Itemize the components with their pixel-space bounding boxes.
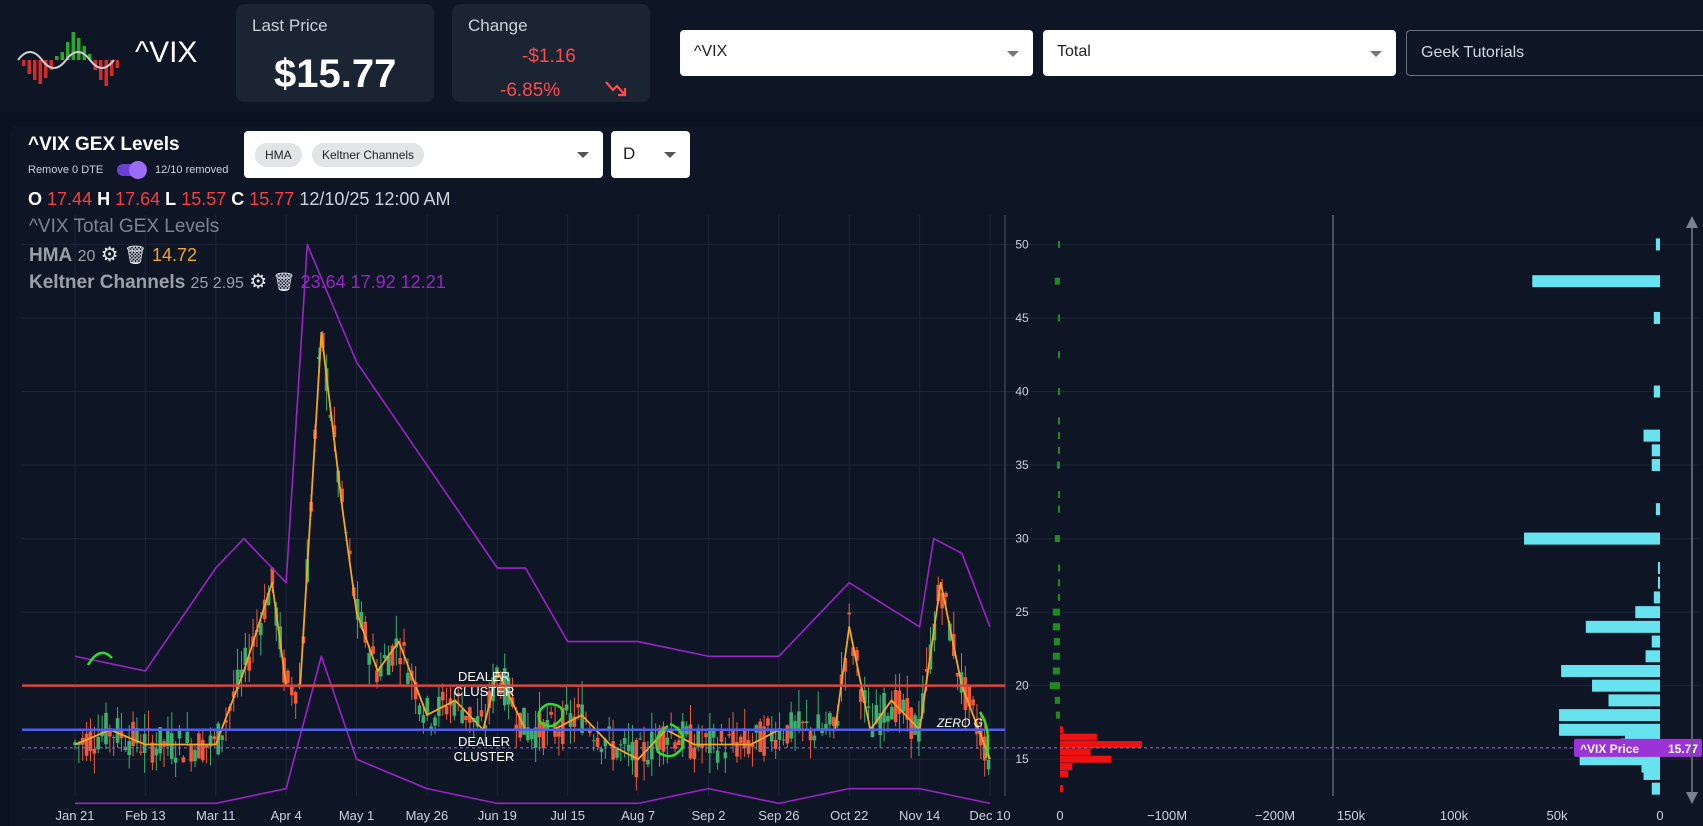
- hma-name: HMA: [29, 245, 73, 266]
- chevron-down-icon: [577, 152, 589, 158]
- chevron-down-icon: [1370, 51, 1382, 57]
- keltner-values: 23.64 17.92 12.21: [300, 272, 446, 292]
- legend-hma: HMA 20 ⚙ 🗑 14.72: [29, 242, 197, 267]
- gex-logo-icon: [17, 32, 119, 86]
- legend-keltner: Keltner Channels 25 2.95 ⚙ 🗑 23.64 17.92…: [29, 269, 446, 294]
- change-label: Change: [468, 16, 528, 35]
- trash-icon[interactable]: 🗑: [272, 272, 295, 292]
- low-value: 15.57: [181, 189, 227, 209]
- symbol-select[interactable]: ^VIX: [680, 30, 1033, 76]
- keltner-params: 25 2.95: [190, 275, 244, 292]
- logo-bar: [60, 52, 64, 60]
- logo-bar: [71, 32, 75, 60]
- gear-icon[interactable]: ⚙: [101, 244, 119, 266]
- gex-type-select[interactable]: Total: [1043, 30, 1396, 76]
- change-absolute: -$1.16: [522, 46, 576, 67]
- close-label: C: [231, 189, 245, 209]
- close-value: 15.77: [249, 189, 295, 209]
- change-percent: -6.85%: [500, 80, 561, 101]
- keltner-name: Keltner Channels: [29, 272, 186, 293]
- header-symbol: ^VIX: [135, 36, 198, 69]
- open-value: 17.44: [47, 189, 93, 209]
- trash-icon[interactable]: 🗑: [124, 245, 147, 265]
- logo-bar: [27, 60, 31, 74]
- logo-bar: [55, 56, 59, 60]
- remove-0dte-toggle[interactable]: [117, 161, 147, 179]
- logo-bar: [38, 60, 42, 84]
- trend-down-icon: [605, 81, 627, 97]
- high-label: H: [97, 189, 111, 209]
- gear-icon[interactable]: ⚙: [249, 271, 267, 293]
- remove-0dte-label: Remove 0 DTE: [28, 164, 104, 176]
- hma-param: 20: [77, 248, 96, 265]
- last-price-value: $15.77: [274, 52, 397, 96]
- indicator-chip-hma[interactable]: HMA: [255, 143, 302, 167]
- logo-bar: [99, 60, 103, 80]
- toggle-knob: [129, 161, 147, 179]
- logo-bar: [33, 60, 37, 80]
- change-card: Change -$1.16 -6.85%: [452, 4, 650, 102]
- ohlc-readout: O 17.44 H 17.64 L 15.57 C 15.77 12/10/25…: [28, 189, 450, 210]
- last-price-label: Last Price: [252, 16, 328, 35]
- logo-bar: [77, 38, 81, 60]
- hma-value: 14.72: [152, 245, 198, 265]
- tutorials-select-value: Geek Tutorials: [1421, 44, 1525, 61]
- interval-select[interactable]: D: [611, 131, 690, 178]
- chevron-down-icon: [1007, 51, 1019, 57]
- symbol-select-value: ^VIX: [694, 43, 728, 60]
- logo-bar: [22, 60, 26, 66]
- logo-bar: [115, 60, 119, 68]
- panel-title: ^VIX GEX Levels: [28, 134, 180, 155]
- interval-select-value: D: [623, 144, 636, 163]
- remove-0dte-status: 12/10 removed: [155, 164, 229, 176]
- indicator-chip-keltner[interactable]: Keltner Channels: [312, 143, 425, 167]
- indicator-multiselect[interactable]: HMA Keltner Channels: [244, 131, 603, 178]
- gex-type-select-value: Total: [1057, 43, 1091, 60]
- high-value: 17.64: [115, 189, 161, 209]
- tutorials-select[interactable]: Geek Tutorials: [1406, 30, 1703, 76]
- logo-bar: [104, 60, 108, 86]
- last-price-card: Last Price $15.77: [236, 4, 434, 102]
- legend-series-title: ^VIX Total GEX Levels: [29, 216, 220, 237]
- ohlc-datetime: 12/10/25 12:00 AM: [299, 189, 451, 209]
- chart-panel: [10, 126, 1703, 826]
- chevron-down-icon: [664, 152, 676, 158]
- open-label: O: [28, 189, 43, 209]
- low-label: L: [165, 189, 177, 209]
